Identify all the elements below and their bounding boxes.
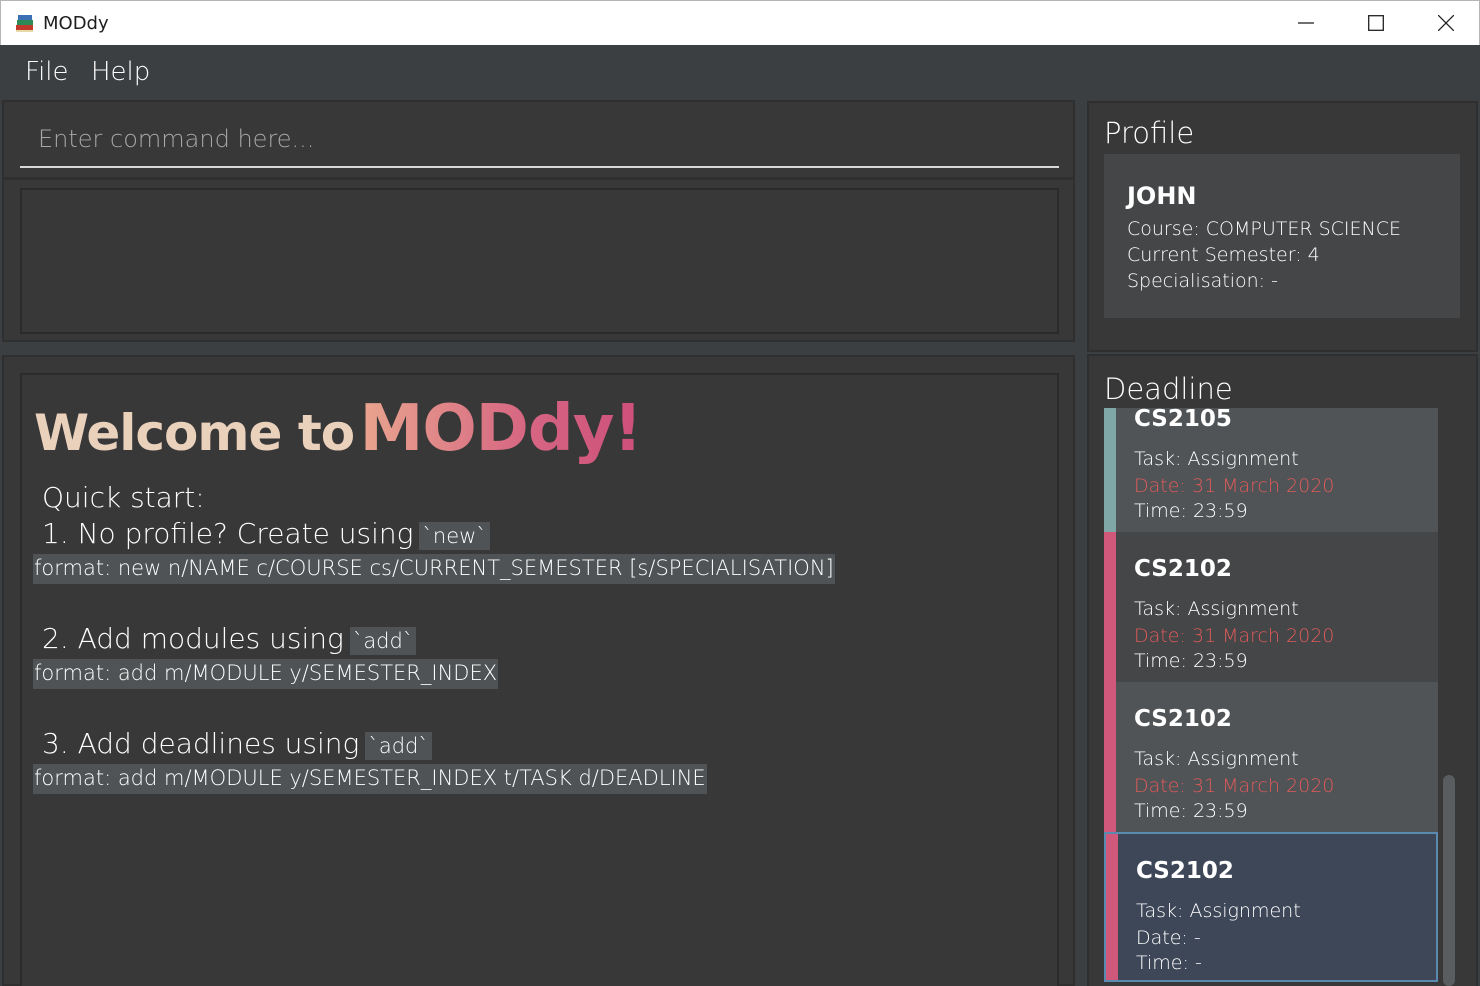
window-title: MODdy <box>43 13 109 34</box>
deadline-color-bar <box>1106 834 1118 980</box>
deadline-module: CS2102 <box>1134 556 1232 582</box>
deadline-date: Date: 31 March 2020 <box>1134 475 1335 497</box>
deadline-time: Time: - <box>1136 952 1202 974</box>
step-command: `new` <box>419 522 490 550</box>
deadline-color-bar <box>1104 532 1116 682</box>
deadline-task: Task: Assignment <box>1134 748 1299 770</box>
menu-bar: File Help <box>0 45 1480 99</box>
step-text: 3. Add deadlines using <box>42 727 360 760</box>
deadline-time: Time: 23:59 <box>1134 650 1248 672</box>
welcome-brand: MODdy! <box>359 392 643 466</box>
deadline-task: Task: Assignment <box>1134 598 1299 620</box>
deadline-module: CS2102 <box>1136 858 1234 884</box>
profile-course: Course: COMPUTER SCIENCE <box>1127 218 1402 240</box>
deadline-time: Time: 23:59 <box>1134 500 1248 522</box>
deadline-task: Task: Assignment <box>1134 448 1299 470</box>
result-display <box>20 188 1059 334</box>
menu-file[interactable]: File <box>25 57 69 87</box>
deadline-list[interactable]: CS2105 Task: Assignment Date: 31 March 2… <box>1104 408 1438 986</box>
quick-start-step: 2. Add modules using `add` <box>42 622 417 655</box>
menu-help[interactable]: Help <box>91 57 150 87</box>
deadline-heading: Deadline <box>1104 372 1233 406</box>
deadline-card[interactable]: CS2105 Task: Assignment Date: 31 March 2… <box>1104 408 1438 532</box>
step-format: format: new n/NAME c/COURSE cs/CURRENT_S… <box>33 554 835 584</box>
deadline-color-bar <box>1104 682 1116 832</box>
quick-start-step: 1. No profile? Create using `new` <box>42 517 490 550</box>
welcome-heading: Welcome to MODdy! <box>34 392 643 466</box>
step-text: 2. Add modules using <box>42 622 344 655</box>
deadline-task: Task: Assignment <box>1136 900 1301 922</box>
books-icon <box>16 15 33 32</box>
step-command: `add` <box>365 732 432 760</box>
deadline-card[interactable]: CS2102 Task: Assignment Date: 31 March 2… <box>1104 532 1438 682</box>
maximize-button[interactable] <box>1341 1 1411 46</box>
deadline-scroll-thumb[interactable] <box>1443 775 1455 986</box>
profile-heading: Profile <box>1104 116 1195 150</box>
quick-start-step: 3. Add deadlines using `add` <box>42 727 432 760</box>
minimize-button[interactable] <box>1271 1 1341 46</box>
profile-semester: Current Semester: 4 <box>1127 244 1320 266</box>
deadline-card-selected[interactable]: CS2102 Task: Assignment Date: - Time: - <box>1104 832 1438 982</box>
close-button[interactable] <box>1411 1 1480 46</box>
step-text: 1. No profile? Create using <box>42 517 414 550</box>
deadline-time: Time: 23:59 <box>1134 800 1248 822</box>
deadline-module: CS2102 <box>1134 706 1232 732</box>
deadline-card[interactable]: CS2102 Task: Assignment Date: 31 March 2… <box>1104 682 1438 832</box>
deadline-date: Date: 31 March 2020 <box>1134 775 1335 797</box>
close-icon <box>1438 15 1454 31</box>
profile-specialisation: Specialisation: - <box>1127 270 1278 292</box>
welcome-prefix: Welcome to <box>34 404 355 462</box>
step-command: `add` <box>349 627 417 655</box>
profile-name: JOHN <box>1127 182 1197 210</box>
minimize-icon <box>1298 22 1314 24</box>
deadline-date: Date: 31 March 2020 <box>1134 625 1335 647</box>
deadline-module: CS2105 <box>1134 408 1232 432</box>
quick-start-title: Quick start: <box>42 481 205 514</box>
window-titlebar: MODdy <box>0 0 1480 45</box>
deadline-date: Date: - <box>1136 927 1201 949</box>
command-input[interactable] <box>20 112 1059 168</box>
deadline-color-bar <box>1104 408 1116 532</box>
step-format: format: add m/MODULE y/SEMESTER_INDEX t/… <box>33 764 707 794</box>
maximize-icon <box>1368 15 1384 31</box>
step-format: format: add m/MODULE y/SEMESTER_INDEX <box>33 659 499 689</box>
